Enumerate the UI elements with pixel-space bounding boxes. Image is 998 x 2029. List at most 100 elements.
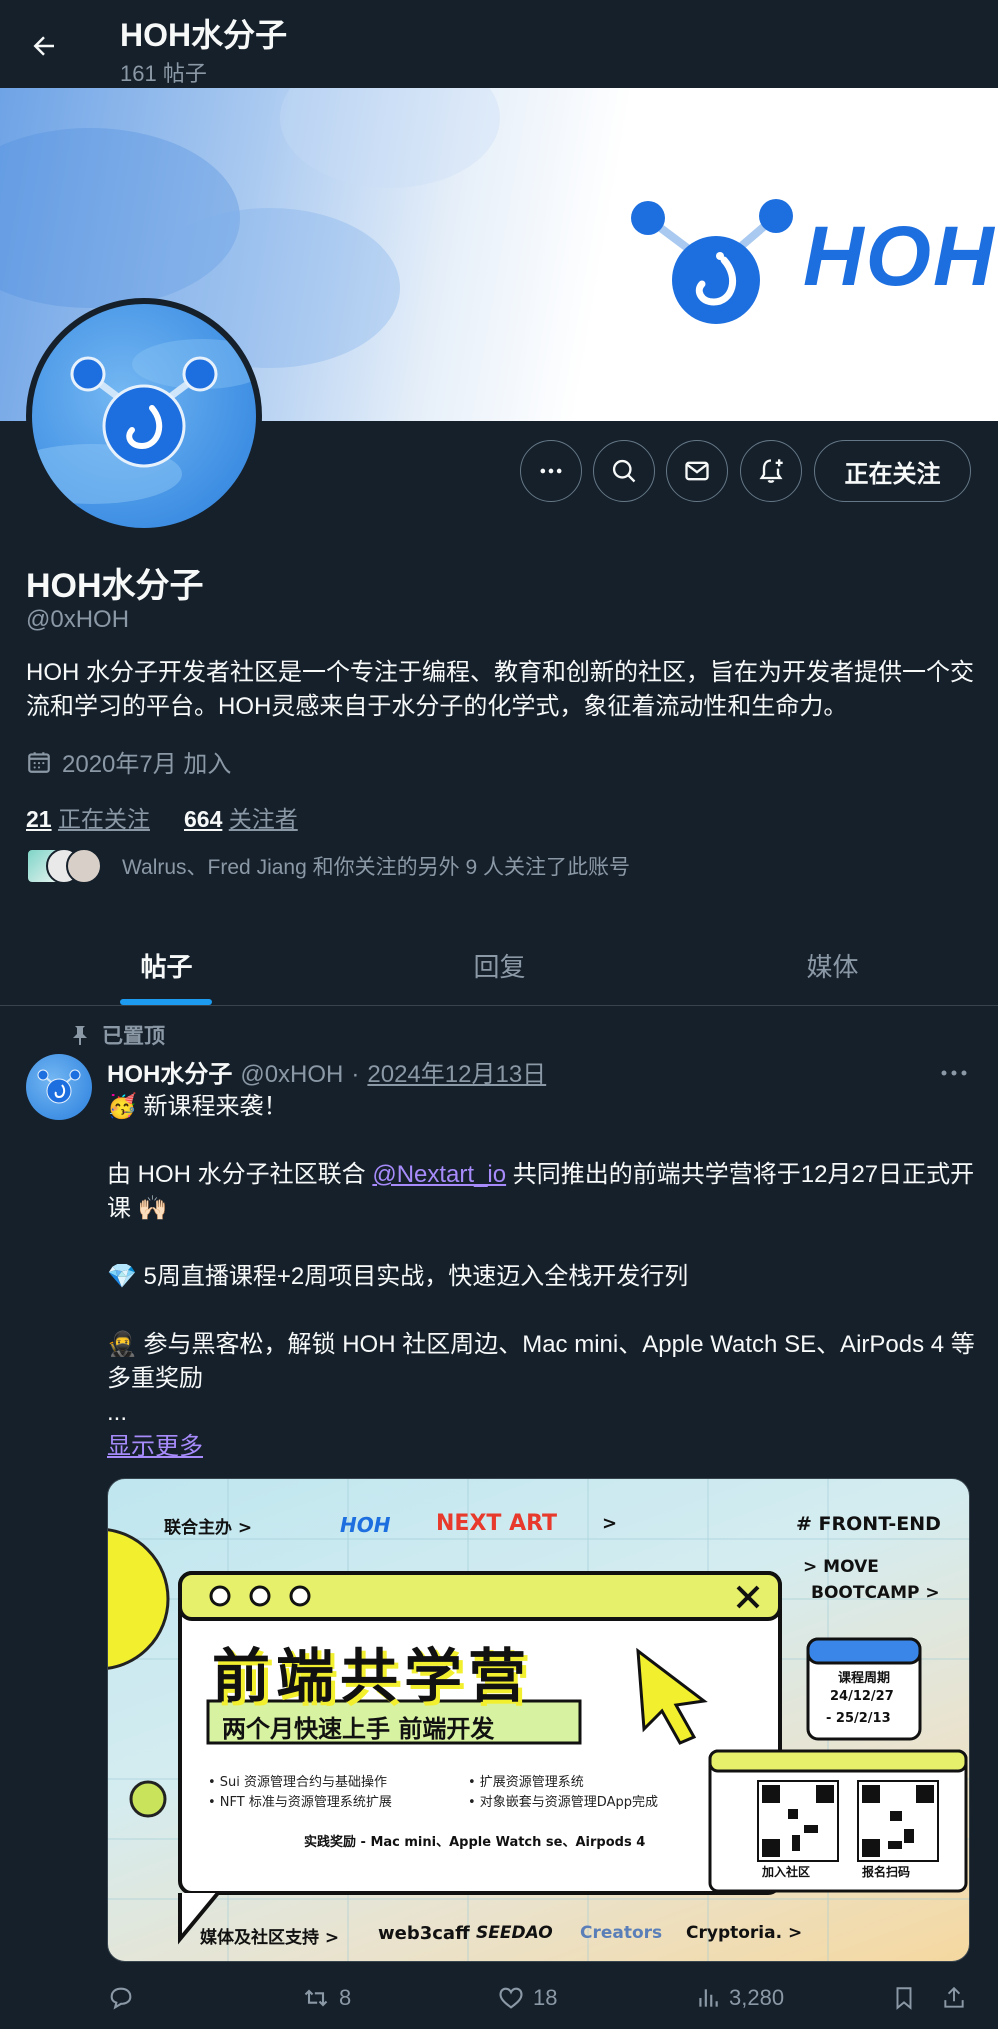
bell-plus-icon xyxy=(759,459,783,483)
media-sponsor: Cryptoria. xyxy=(686,1923,783,1943)
joined-date: 2020年7月 加入 xyxy=(26,744,231,779)
media-period-title: 课程周期 xyxy=(838,1671,891,1686)
post-author-name[interactable]: HOH水分子 xyxy=(107,1054,232,1089)
show-more-link[interactable]: 显示更多 xyxy=(107,1430,977,1464)
top-header: HOH水分子 161 帖子 xyxy=(0,0,998,88)
share-icon xyxy=(944,1986,964,2008)
media-bullet: • 扩展资源管理系统 xyxy=(468,1775,584,1790)
media-sponsor: SEEDAO xyxy=(476,1923,553,1943)
media-sponsor: web3caff xyxy=(378,1923,470,1944)
media-support-label: 媒体及社区支持 > xyxy=(200,1928,340,1948)
media-sponsor-arrow: > xyxy=(788,1923,803,1943)
pinned-label: 已置顶 xyxy=(102,1025,165,1048)
following-label: 正在关注 xyxy=(57,806,150,832)
media-arrow-text: > xyxy=(602,1513,618,1534)
more-dots-icon xyxy=(540,468,562,474)
post-line: 🥷 参与黑客松，解锁 HOH 社区周边、Mac mini、Apple Watch… xyxy=(107,1331,975,1392)
post-text-fragment: 由 HOH 水分子社区联合 xyxy=(107,1161,373,1188)
header-title: HOH水分子 xyxy=(120,17,288,53)
post-line: 由 HOH 水分子社区联合 @Nextart_io 共同推出的前端共学营将于12… xyxy=(107,1158,977,1226)
mention-link[interactable]: @Nextart_io xyxy=(372,1161,506,1188)
post-header-separator: · xyxy=(351,1061,360,1088)
post-header: HOH水分子 @0xHOH · 2024年12月13日 xyxy=(107,1054,546,1089)
post-line: 🥳 新课程来袭！ xyxy=(107,1093,288,1120)
reply-button[interactable] xyxy=(107,1984,135,2012)
post-more-button[interactable] xyxy=(940,1058,968,1090)
profile-actions: 正在关注 xyxy=(0,440,998,502)
mail-icon xyxy=(685,461,709,481)
profile-bio: HOH 水分子开发者社区是一个专注于编程、教育和创新的社区，旨在为开发者提供一个… xyxy=(26,659,974,720)
media-hoh-text: HOH xyxy=(340,1513,391,1537)
banner-brand-text: HOH xyxy=(803,209,996,303)
post-ellipsis: ... xyxy=(107,1399,128,1426)
like-count: 18 xyxy=(533,1985,558,2010)
retweet-count: 8 xyxy=(339,1985,352,2010)
calendar-icon xyxy=(28,751,50,773)
follower-avatar xyxy=(66,848,102,884)
media-bullet: • Sui 资源管理合约与基础操作 xyxy=(208,1775,388,1790)
hoh-avatar-logo-icon xyxy=(37,1069,81,1104)
followers-link[interactable]: 664 关注者 xyxy=(184,800,298,834)
followed-by-text: Walrus、Fred Jiang 和你关注的另外 9 人关注了此账号 xyxy=(122,856,630,879)
media-period-start: 24/12/27 xyxy=(830,1689,894,1704)
media-subtitle: 两个月快速上手 前端开发 xyxy=(222,1715,495,1743)
media-period-end: - 25/2/13 xyxy=(826,1711,891,1726)
joined-text: 2020年7月 加入 xyxy=(62,751,232,778)
tab-posts[interactable]: 帖子 xyxy=(0,924,333,1006)
pin-icon xyxy=(73,1026,87,1045)
post-actions: 8 18 3,280 xyxy=(107,1978,977,2026)
post-line: 💎 5周直播课程+2周项目实战，快速迈入全栈开发行列 xyxy=(107,1263,689,1290)
profile-handle: @0xHOH xyxy=(26,606,130,633)
reply-icon xyxy=(110,1987,132,2010)
active-tab-indicator xyxy=(120,999,212,1005)
post-author-avatar[interactable] xyxy=(26,1054,92,1120)
media-main-title: 前端共学营 xyxy=(212,1642,533,1710)
following-link[interactable]: 21 正在关注 xyxy=(26,800,150,834)
following-count: 21 xyxy=(26,806,52,832)
media-move-text: > MOVE xyxy=(803,1557,879,1577)
followed-by[interactable]: Walrus、Fred Jiang 和你关注的另外 9 人关注了此账号 xyxy=(26,848,630,884)
heart-icon xyxy=(499,1987,523,2009)
media-organizer-label: 联合主办 > xyxy=(164,1518,253,1538)
followers-count: 664 xyxy=(183,806,223,832)
media-bullet: • 对象嵌套与资源管理DApp完成 xyxy=(468,1795,658,1810)
pinned-indicator: 已置顶 xyxy=(70,1020,165,1050)
profile-tabs: 帖子 回复 媒体 xyxy=(0,924,998,1006)
tab-media[interactable]: 媒体 xyxy=(666,924,998,1006)
search-icon xyxy=(612,459,636,483)
share-button[interactable] xyxy=(941,1984,967,2012)
views-count: 3,280 xyxy=(729,1985,785,2010)
post-author-handle[interactable]: @0xHOH xyxy=(240,1061,343,1089)
back-button[interactable] xyxy=(22,24,66,68)
like-button[interactable]: 18 xyxy=(497,1984,557,2012)
post-date[interactable]: 2024年12月13日 xyxy=(367,1054,546,1089)
analytics-icon xyxy=(699,1989,718,2007)
post-media-image[interactable]: 联合主办 > HOH NEXT ART > # FRONT-END > MOVE… xyxy=(107,1478,970,1962)
media-qr2-label: 报名扫码 xyxy=(862,1865,911,1879)
bookmark-button[interactable] xyxy=(891,1984,917,2012)
bookmark-icon xyxy=(896,1987,912,2010)
views-button[interactable]: 3,280 xyxy=(695,1984,784,2012)
retweet-icon xyxy=(304,1989,328,2007)
header-post-count: 161 帖子 xyxy=(120,61,207,86)
media-bootcamp-text: BOOTCAMP > xyxy=(811,1583,940,1603)
arrow-left-icon xyxy=(33,36,54,56)
retweet-button[interactable]: 8 xyxy=(301,1984,351,2012)
hoh-logo-icon xyxy=(631,199,793,324)
followers-label: 关注者 xyxy=(228,806,298,832)
notifications-button[interactable] xyxy=(740,440,802,502)
media-sponsor: Creators xyxy=(580,1923,663,1943)
following-button[interactable]: 正在关注 xyxy=(814,440,971,502)
media-nextart-text: NEXT ART xyxy=(436,1511,558,1536)
profile-name: HOH水分子 xyxy=(26,567,204,605)
more-button[interactable] xyxy=(520,440,582,502)
tab-replies[interactable]: 回复 xyxy=(333,924,666,1006)
media-reward: 实践奖励 - Mac mini、Apple Watch se、Airpods 4 xyxy=(304,1835,646,1850)
more-dots-icon xyxy=(941,1070,967,1076)
media-tag: # FRONT-END xyxy=(796,1513,941,1535)
search-button[interactable] xyxy=(593,440,655,502)
message-button[interactable] xyxy=(666,440,728,502)
media-bullet: • NFT 标准与资源管理系统扩展 xyxy=(208,1795,392,1810)
media-qr1-label: 加入社区 xyxy=(762,1865,811,1879)
follow-stats: 21 正在关注 664 关注者 xyxy=(26,800,298,834)
